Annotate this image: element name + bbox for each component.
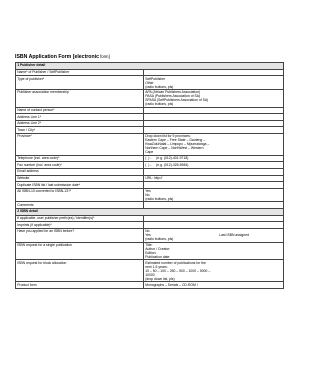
label-prefix: If applicable, user publisher prefix(es)… <box>15 214 144 223</box>
section-isbn-detail: 2 ISBN detail <box>14 208 285 216</box>
block-allocation-dropdown[interactable]: Estimated number of publications for the… <box>142 259 285 283</box>
section-publisher-detail: 1 Publisher detail <box>14 62 285 70</box>
product-form-field[interactable]: Monographs – Serials – CD-ROM / <box>142 281 285 289</box>
label-applied-before: Have you applied for an ISBN before? <box>15 227 144 243</box>
label-fax: Fax number (incl. area code)* <box>15 161 144 169</box>
website-field[interactable]: URL: http:// <box>142 174 285 183</box>
association-radio-group[interactable]: APA (African Publishers Association) PAS… <box>142 88 285 108</box>
label-province: Province* <box>15 133 144 156</box>
email-field[interactable] <box>142 167 285 176</box>
row-fax: Fax number (incl. area code)* ( ) - (e.g… <box>15 161 285 169</box>
row-comments: Comments <box>15 201 285 210</box>
radio-note: (radio buttons, pls) <box>145 84 174 89</box>
application-form-page: ISBN Application Form [electronic form] … <box>0 0 298 386</box>
label-email: Email address <box>15 167 144 176</box>
label-address2: Address Line 2* <box>15 119 144 128</box>
imprints-field[interactable] <box>142 221 285 229</box>
label-product-form: Product form <box>15 281 144 289</box>
row-prefix: If applicable, user publisher prefix(es)… <box>15 214 285 223</box>
row-publisher-type: Type of publisher* SelfPublisher Other (… <box>15 75 285 90</box>
province-list-line: Cape <box>145 150 154 155</box>
row-address1: Address Line 1* <box>15 113 285 121</box>
row-publisher-name: Name* of Publisher / SelfPublisher <box>15 68 285 77</box>
duplicate-field[interactable] <box>142 181 285 189</box>
radio-note: (radio buttons, pls) <box>145 102 174 107</box>
row-telephone: Telephone (incl. area code)* ( ) - (e.g.… <box>15 154 285 163</box>
label-single-publication: ISBN request for a single publication <box>15 241 144 261</box>
label-imprints: Imprints (if applicable)* <box>15 221 144 229</box>
label-town: Town / City* <box>15 126 144 135</box>
form-title-main: ISBN Application Form [ <box>15 54 75 60</box>
province-dropdown[interactable]: Drop down list for 9 provinces: Eastern … <box>142 133 285 156</box>
telephone-field[interactable]: ( ) - (e.g. (012)-401-9718) <box>142 154 285 163</box>
row-email: Email address <box>15 167 285 176</box>
publisher-name-field[interactable] <box>142 68 285 77</box>
row-imprints: Imprints (if applicable)* <box>15 221 285 229</box>
prefix-field[interactable] <box>142 214 285 223</box>
applied-before-radio-group[interactable]: No Yes Last ISBN assigned (radio buttons… <box>142 227 285 243</box>
single-publication-fields[interactable]: Title: Author / Creator: Edition: Public… <box>142 241 285 261</box>
row-single-publication: ISBN request for a single publication Ti… <box>15 241 285 261</box>
address1-field[interactable] <box>142 113 285 121</box>
form-title-close: ] <box>108 54 110 59</box>
row-contact: Name of contact person* <box>15 106 285 115</box>
label-converted: All ISBN-10 converted to ISBN-13?* <box>15 187 144 203</box>
radio-note: (radio buttons, pls) <box>145 237 174 242</box>
row-duplicate: Duplicate ISBN list / last submission da… <box>15 181 285 189</box>
town-field[interactable] <box>142 126 285 135</box>
form-title-form: form <box>98 54 109 59</box>
label-block-allocation: ISBN request for block allocation <box>15 259 144 283</box>
label-address1: Address Line 1* <box>15 113 144 121</box>
last-isbn-assigned-label: Last ISBN assigned <box>219 233 249 238</box>
fax-field[interactable]: ( ) - (e.g. (012)-325-5984) <box>142 161 285 169</box>
row-converted: All ISBN-10 converted to ISBN-13?* Yes N… <box>15 187 285 203</box>
address2-field[interactable] <box>142 119 285 128</box>
label-publisher-type: Type of publisher* <box>15 75 144 90</box>
row-applied-before: Have you applied for an ISBN before? No … <box>15 227 285 243</box>
row-address2: Address Line 2* <box>15 119 285 128</box>
converted-radio-group[interactable]: Yes No (radio buttons, pls) <box>142 187 285 203</box>
label-duplicate: Duplicate ISBN list / last submission da… <box>15 181 144 189</box>
contact-field[interactable] <box>142 106 285 115</box>
row-website: Website URL: http:// <box>15 174 285 183</box>
radio-note: (radio buttons, pls) <box>145 197 174 202</box>
row-town: Town / City* <box>15 126 285 135</box>
label-comments: Comments <box>15 201 144 210</box>
row-block-allocation: ISBN request for block allocation Estima… <box>15 259 285 283</box>
label-telephone: Telephone (incl. area code)* <box>15 154 144 163</box>
form-title-electronic: electronic <box>74 54 99 60</box>
label-association: Publisher association membership <box>15 88 144 108</box>
row-association: Publisher association membership APA (Af… <box>15 88 285 108</box>
row-product-form: Product form Monographs – Serials – CD-R… <box>15 281 285 289</box>
comments-field[interactable] <box>142 201 285 210</box>
form-title: ISBN Application Form [electronic form] <box>15 54 110 60</box>
application-form-table: 1 Publisher detail Name* of Publisher / … <box>14 62 285 289</box>
label-contact: Name of contact person* <box>15 106 144 115</box>
label-publisher-name: Name* of Publisher / SelfPublisher <box>15 68 144 77</box>
publisher-type-radio-group[interactable]: SelfPublisher Other (radio buttons, pls) <box>142 75 285 90</box>
row-province: Province* Drop down list for 9 provinces… <box>15 133 285 156</box>
dropdown-note: (drop down list, pls) <box>145 276 175 281</box>
label-website: Website <box>15 174 144 183</box>
publication-date-field-label: Publication date: <box>145 254 171 259</box>
